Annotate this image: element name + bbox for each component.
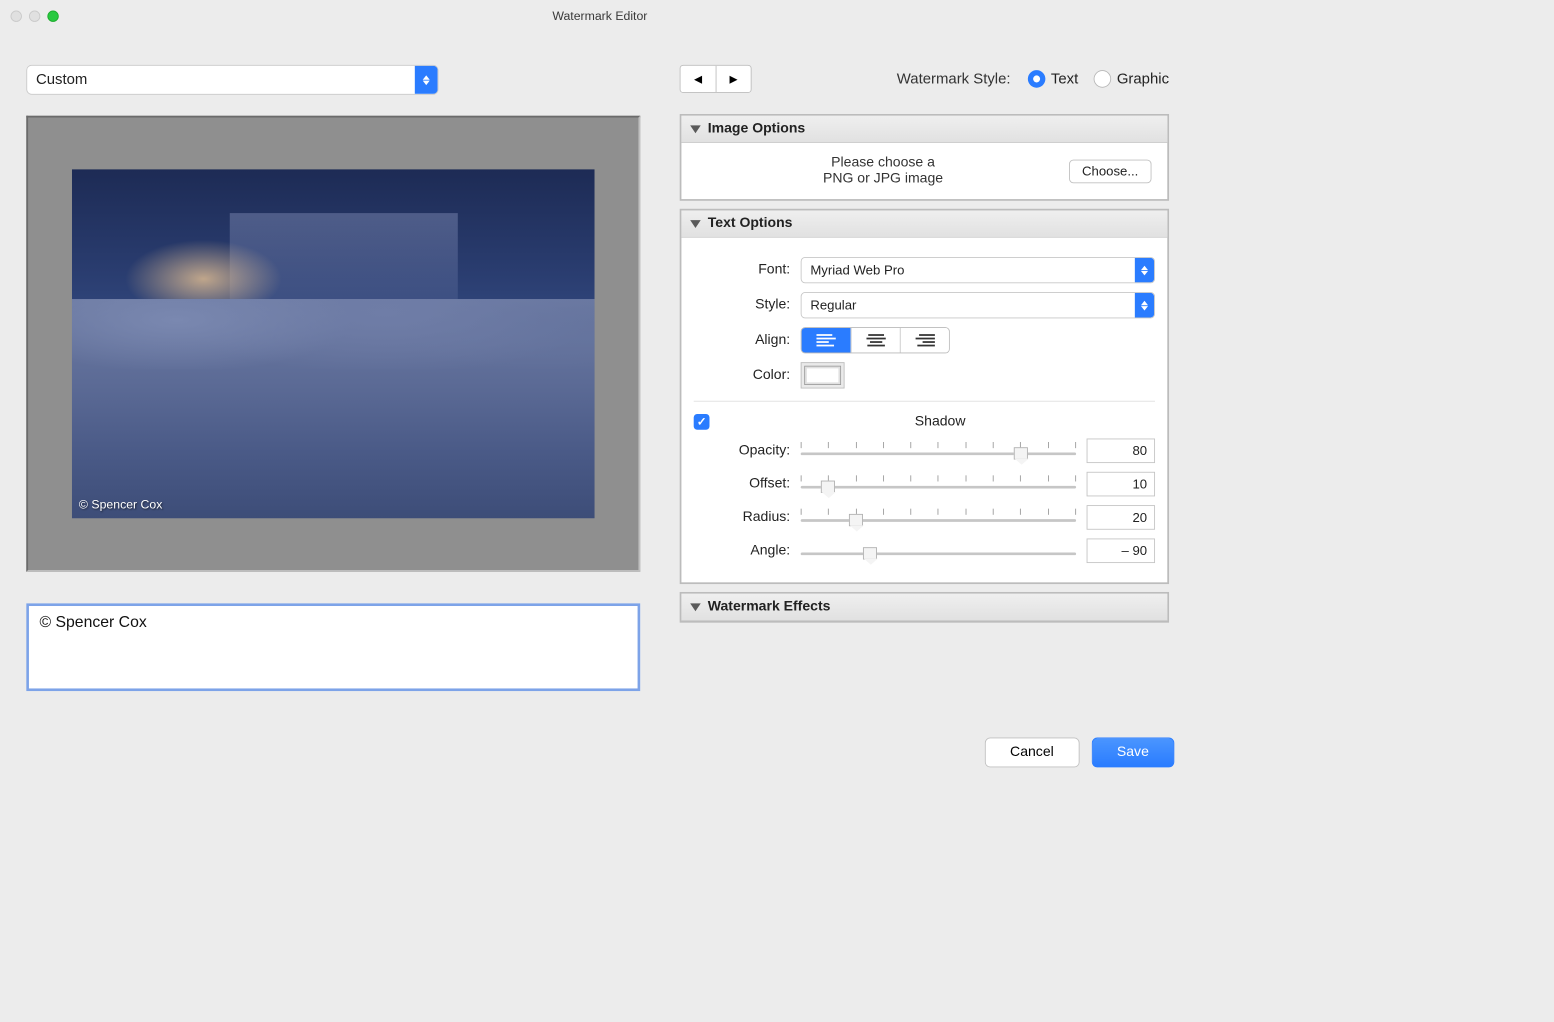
shadow-offset-input[interactable]: [1087, 472, 1155, 497]
next-button[interactable]: ▶: [716, 66, 751, 92]
watermark-preview-text: © Spencer Cox: [79, 497, 162, 511]
style-label: Style:: [694, 297, 790, 313]
watermark-effects-header[interactable]: Watermark Effects: [681, 594, 1167, 621]
color-swatch-icon: [804, 366, 841, 385]
align-segment: [801, 327, 950, 353]
close-button[interactable]: [11, 10, 22, 21]
window-title: Watermark Editor: [59, 9, 1141, 23]
shadow-angle-slider[interactable]: [801, 540, 1076, 561]
image-options-hint: Please choose a PNG or JPG image: [697, 155, 1069, 187]
color-picker-button[interactable]: [801, 362, 845, 388]
font-label: Font:: [694, 262, 790, 278]
watermark-text-input[interactable]: [26, 603, 640, 691]
watermark-effects-panel: Watermark Effects: [680, 592, 1169, 623]
align-label: Align:: [694, 332, 790, 348]
minimize-button[interactable]: [29, 10, 40, 21]
preset-selected: Custom: [27, 71, 415, 89]
updown-arrows-icon: [415, 66, 438, 94]
choose-image-button[interactable]: Choose...: [1069, 159, 1152, 183]
style-text-radio[interactable]: Text: [1028, 70, 1078, 88]
maximize-button[interactable]: [47, 10, 58, 21]
shadow-radius-slider[interactable]: [801, 507, 1076, 528]
image-options-header[interactable]: Image Options: [681, 116, 1167, 143]
shadow-label: Shadow: [725, 414, 1155, 430]
watermark-editor-window: Watermark Editor Custom © Spencer Cox: [0, 0, 1195, 783]
shadow-offset-slider[interactable]: [801, 474, 1076, 495]
preset-select[interactable]: Custom: [26, 65, 438, 95]
shadow-angle-input[interactable]: [1087, 538, 1155, 563]
save-button[interactable]: Save: [1091, 738, 1174, 768]
nav-arrows: ◀ ▶: [680, 65, 752, 93]
titlebar: Watermark Editor: [0, 0, 1195, 32]
offset-label: Offset:: [694, 476, 790, 492]
style-graphic-radio[interactable]: Graphic: [1094, 70, 1169, 88]
angle-label: Angle:: [694, 543, 790, 559]
align-left-button[interactable]: [802, 328, 851, 353]
text-options-panel: Text Options Font: Myriad Web Pro Style:…: [680, 209, 1169, 584]
updown-arrows-icon: [1135, 293, 1154, 318]
prev-button[interactable]: ◀: [681, 66, 716, 92]
shadow-opacity-input[interactable]: [1087, 439, 1155, 464]
watermark-style-label: Watermark Style:: [897, 70, 1011, 88]
disclosure-triangle-icon: [690, 220, 701, 228]
preview-area: © Spencer Cox: [26, 116, 640, 572]
window-controls: [11, 10, 59, 21]
radio-icon: [1028, 70, 1046, 88]
shadow-checkbox[interactable]: [694, 414, 710, 430]
disclosure-triangle-icon: [690, 125, 701, 133]
font-select[interactable]: Myriad Web Pro: [801, 257, 1155, 283]
preview-photo: © Spencer Cox: [72, 169, 595, 518]
font-style-select[interactable]: Regular: [801, 292, 1155, 318]
align-center-button[interactable]: [851, 328, 900, 353]
disclosure-triangle-icon: [690, 603, 701, 611]
shadow-radius-input[interactable]: [1087, 505, 1155, 530]
opacity-label: Opacity:: [694, 443, 790, 459]
radio-icon: [1094, 70, 1112, 88]
text-options-header[interactable]: Text Options: [681, 210, 1167, 237]
radius-label: Radius:: [694, 510, 790, 526]
image-options-panel: Image Options Please choose a PNG or JPG…: [680, 114, 1169, 201]
cancel-button[interactable]: Cancel: [985, 738, 1080, 768]
updown-arrows-icon: [1135, 258, 1154, 283]
color-label: Color:: [694, 367, 790, 383]
align-right-button[interactable]: [900, 328, 949, 353]
shadow-opacity-slider[interactable]: [801, 440, 1076, 461]
